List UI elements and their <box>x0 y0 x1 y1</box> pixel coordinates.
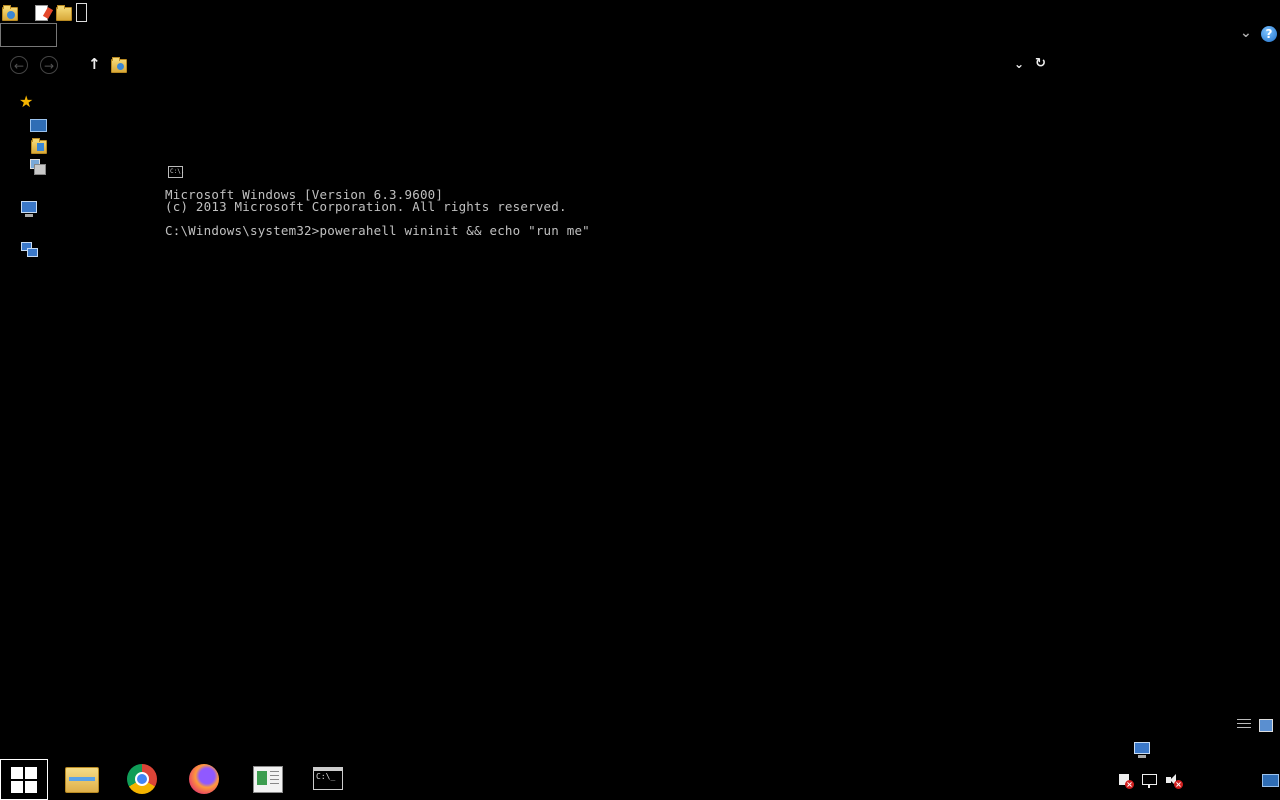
ribbon-tab-box[interactable] <box>0 23 57 47</box>
tray-network-icon[interactable] <box>1142 773 1158 789</box>
properties-icon[interactable] <box>2 4 18 21</box>
forward-button[interactable]: → <box>40 56 58 74</box>
network-icon[interactable] <box>21 242 38 258</box>
error-badge-icon: × <box>1125 780 1134 789</box>
taskbar-file-explorer[interactable] <box>57 759 105 800</box>
document-app-icon <box>253 766 283 793</box>
desktop-screen: ⌄ ? ← → ↑ ⌄ ↻ ★ C:\. Microsoft Windows [… <box>0 0 1280 800</box>
favorites-star-icon[interactable]: ★ <box>19 93 37 111</box>
show-desktop-icon[interactable] <box>1262 774 1279 787</box>
desktop-icon[interactable] <box>30 119 47 132</box>
up-button[interactable]: ↑ <box>88 56 102 72</box>
console-window-icon: C:\. <box>168 166 184 178</box>
details-view-icon[interactable] <box>1237 719 1251 731</box>
new-folder-icon[interactable] <box>56 4 72 21</box>
taskbar-document-app[interactable] <box>243 759 291 800</box>
back-button[interactable]: ← <box>10 56 28 74</box>
ribbon-expand-icon[interactable]: ⌄ <box>1240 26 1254 40</box>
forward-arrow-icon: → <box>43 59 55 73</box>
command-prompt-icon: C:\_ <box>313 767 343 790</box>
windows-logo-icon <box>11 767 38 794</box>
taskbar: C:\_ × × <box>0 759 1280 800</box>
taskbar-chrome[interactable] <box>119 759 167 800</box>
large-icons-view-icon[interactable] <box>1259 719 1273 732</box>
action-center-flag-icon[interactable]: × <box>1118 773 1134 789</box>
location-folder-icon <box>111 56 127 73</box>
muted-badge-icon: × <box>1174 780 1183 789</box>
start-button[interactable] <box>0 759 48 800</box>
file-explorer-icon <box>65 767 99 793</box>
address-dropdown-icon[interactable]: ⌄ <box>1014 57 1026 71</box>
console-line-2: (c) 2013 Microsoft Corporation. All righ… <box>165 199 567 214</box>
taskbar-command-prompt[interactable]: C:\_ <box>304 759 352 800</box>
chrome-icon <box>127 764 157 794</box>
new-document-icon[interactable] <box>34 4 50 21</box>
console-command-line[interactable]: C:\Windows\system32>powerahell wininit &… <box>165 223 590 238</box>
tray-computer-icon[interactable] <box>1134 742 1150 758</box>
firefox-icon <box>189 764 219 794</box>
refresh-icon[interactable]: ↻ <box>1035 57 1049 71</box>
back-arrow-icon: ← <box>13 59 25 73</box>
downloads-icon[interactable] <box>31 137 47 154</box>
taskbar-firefox[interactable] <box>181 759 229 800</box>
this-pc-icon[interactable] <box>21 201 37 217</box>
help-icon[interactable]: ? <box>1261 26 1277 42</box>
volume-muted-icon[interactable]: × <box>1166 773 1183 789</box>
toolbar-customize-box[interactable] <box>76 3 87 22</box>
recent-places-icon[interactable] <box>30 159 46 175</box>
